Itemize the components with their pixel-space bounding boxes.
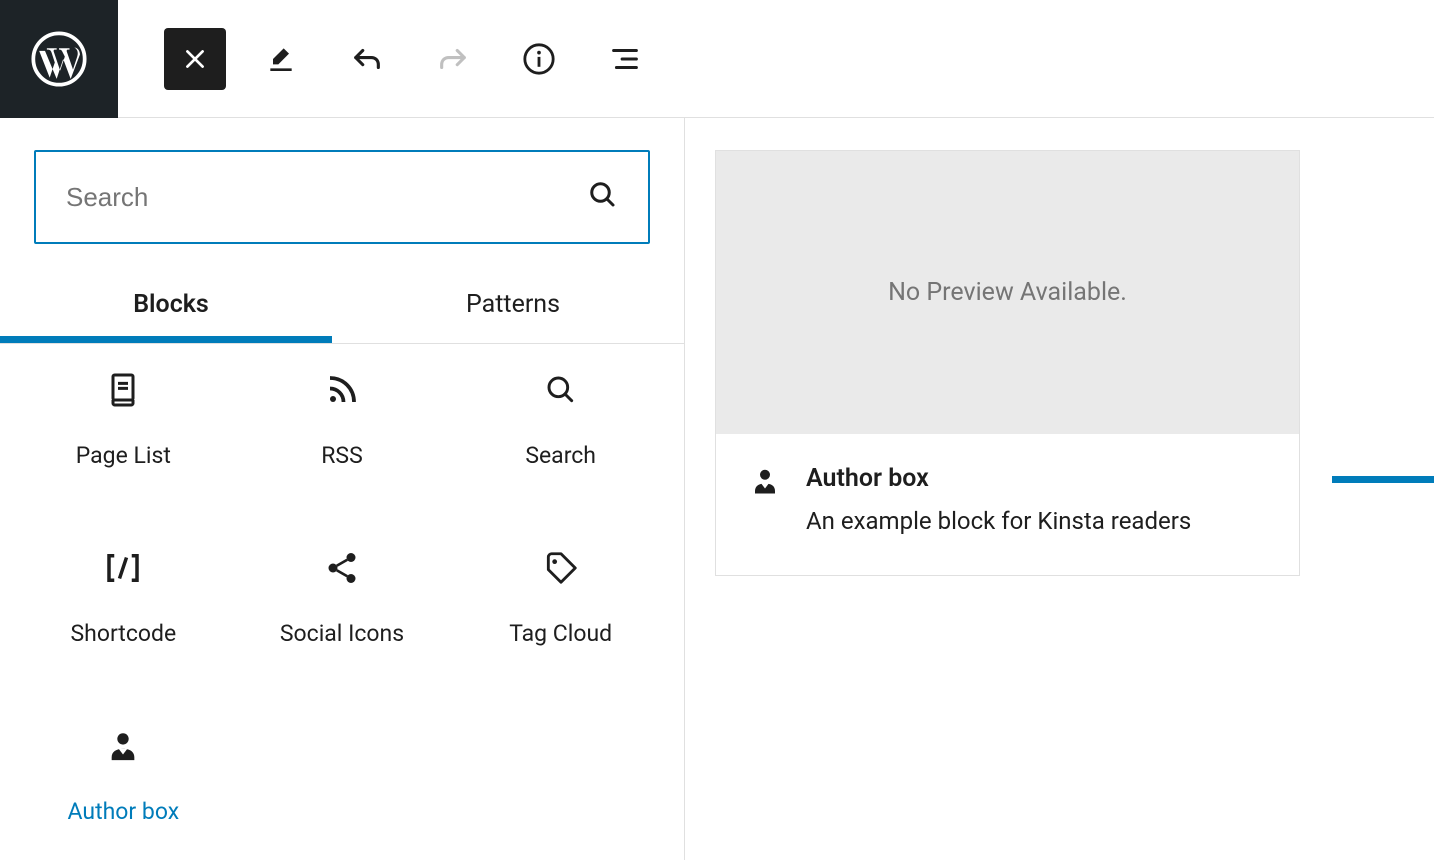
- block-label: RSS: [321, 442, 363, 469]
- block-social-icons[interactable]: Social Icons: [233, 506, 452, 684]
- share-icon: [324, 544, 360, 592]
- wordpress-logo[interactable]: [0, 0, 118, 118]
- block-label: Tag Cloud: [509, 620, 612, 647]
- redo-button[interactable]: [422, 28, 484, 90]
- tag-icon: [542, 544, 580, 592]
- active-tab-indicator: [0, 336, 332, 343]
- block-preview-panel: No Preview Available. Author box An exam…: [685, 118, 1434, 860]
- block-tag-cloud[interactable]: Tag Cloud: [451, 506, 670, 684]
- preview-card: No Preview Available. Author box An exam…: [715, 150, 1300, 576]
- edit-button[interactable]: [250, 28, 312, 90]
- block-rss[interactable]: RSS: [233, 328, 452, 506]
- undo-button[interactable]: [336, 28, 398, 90]
- block-inserter-panel: Blocks Patterns Page List RSS: [0, 118, 685, 860]
- close-inserter-button[interactable]: [164, 28, 226, 90]
- preview-description: An example block for Kinsta readers: [806, 507, 1191, 535]
- preview-placeholder: No Preview Available.: [716, 151, 1299, 434]
- preview-title: Author box: [806, 464, 1191, 493]
- search-input[interactable]: [66, 182, 588, 213]
- tab-blocks[interactable]: Blocks: [0, 272, 342, 343]
- inserter-tabs: Blocks Patterns: [0, 272, 684, 344]
- block-label: Author box: [68, 798, 180, 825]
- shortcode-icon: [102, 544, 144, 592]
- search-icon: [588, 180, 618, 214]
- block-label: Shortcode: [71, 620, 177, 647]
- outline-button[interactable]: [594, 28, 656, 90]
- blocks-grid: Page List RSS Search Shortcode: [0, 328, 684, 862]
- block-label: Social Icons: [280, 620, 404, 647]
- user-icon: [106, 722, 140, 770]
- canvas-selection-indicator: [1332, 476, 1434, 483]
- details-button[interactable]: [508, 28, 570, 90]
- search-block-icon: [545, 366, 577, 414]
- preview-user-icon: [750, 464, 780, 535]
- block-label: Search: [525, 442, 596, 469]
- block-shortcode[interactable]: Shortcode: [14, 506, 233, 684]
- tab-patterns[interactable]: Patterns: [342, 272, 684, 343]
- search-field: [34, 150, 650, 244]
- block-label: Page List: [76, 442, 171, 469]
- block-search[interactable]: Search: [451, 328, 670, 506]
- editor-toolbar: [0, 0, 1434, 118]
- rss-icon: [324, 366, 360, 414]
- block-author-box[interactable]: Author box: [14, 684, 233, 862]
- block-page-list[interactable]: Page List: [14, 328, 233, 506]
- page-list-icon: [103, 366, 143, 414]
